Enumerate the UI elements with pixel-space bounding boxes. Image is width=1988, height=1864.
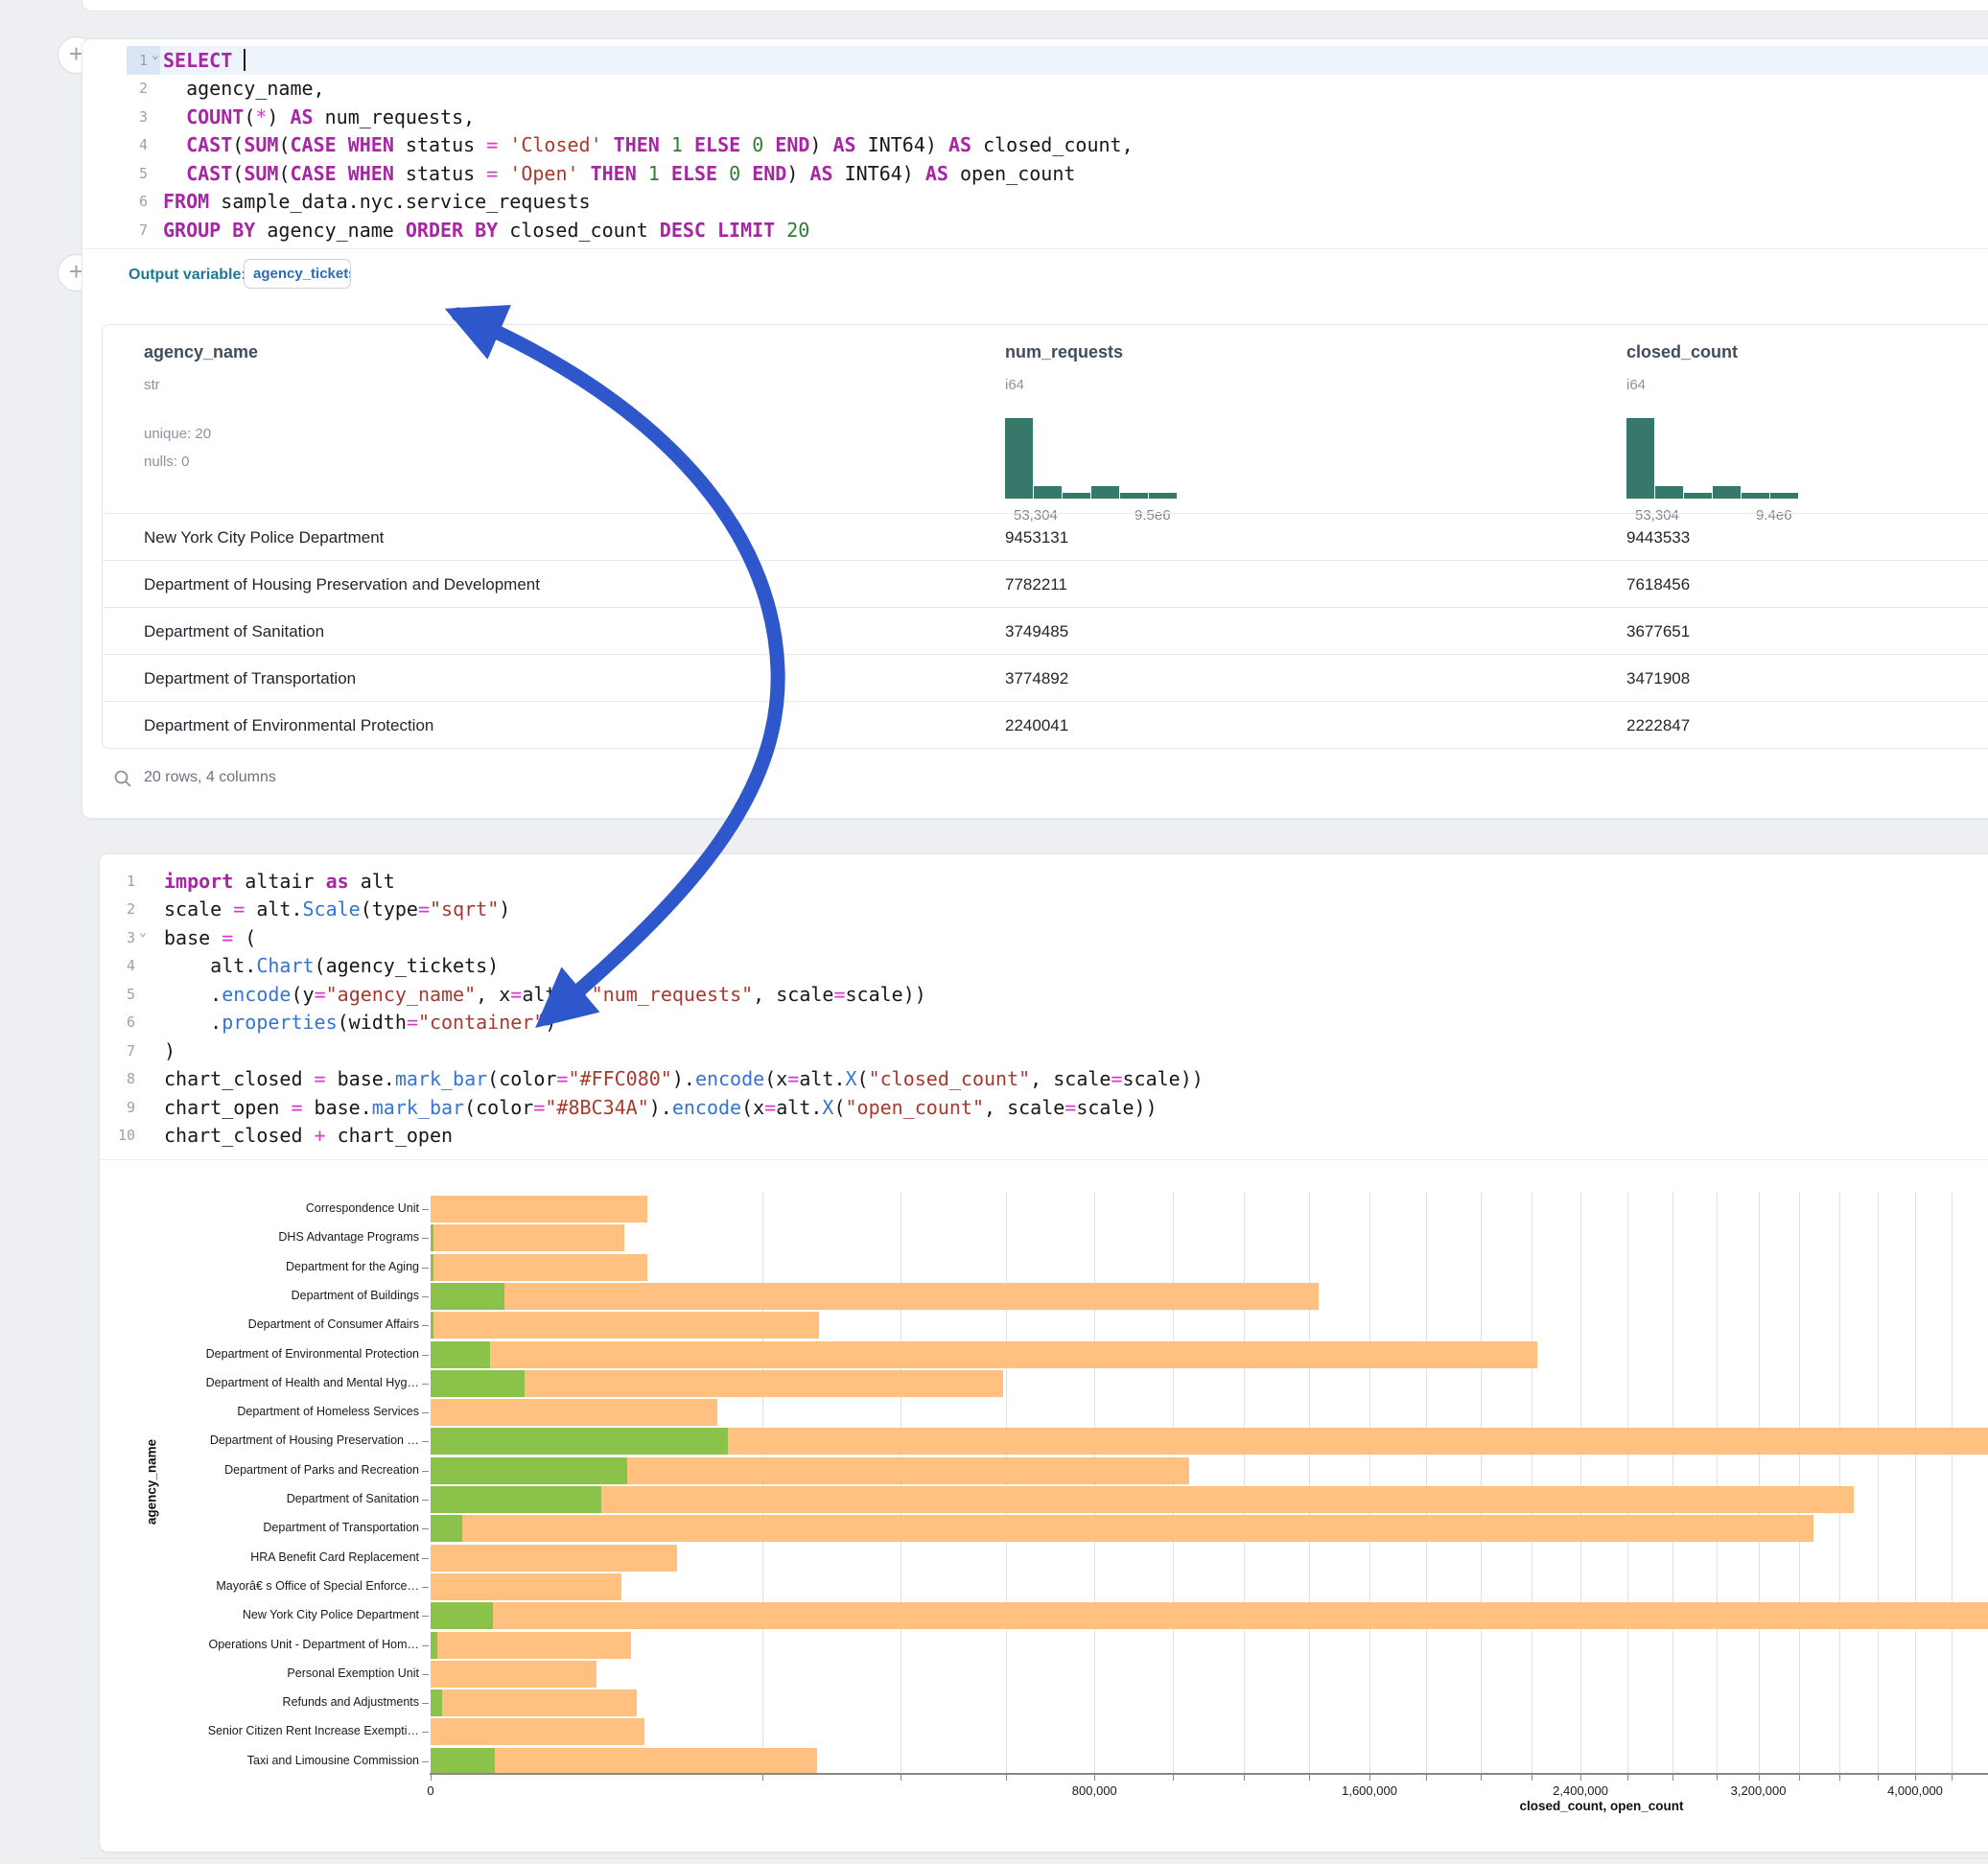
line-number: 8	[100, 1065, 135, 1094]
cell-num-requests: 3774892	[1005, 655, 1068, 702]
histogram-bar[interactable]	[1626, 418, 1654, 499]
code-line[interactable]: 2 agency_name,	[82, 75, 1988, 104]
code-line[interactable]: 1⌄SELECT	[82, 46, 1988, 75]
column-name[interactable]: num_requests	[1005, 342, 1123, 362]
output-variable-label: Output variable:	[129, 267, 246, 284]
histogram-bar[interactable]	[1655, 486, 1683, 499]
histogram-bar[interactable]	[1034, 486, 1062, 499]
code-line[interactable]: 5 .encode(y="agency_name", x=alt.X("num_…	[100, 980, 1988, 1009]
cell-divider	[100, 1159, 1988, 1160]
code-line[interactable]: 10chart_closed + chart_open	[100, 1122, 1988, 1151]
output-variable-pill[interactable]: agency_tickets	[244, 259, 351, 289]
code-line[interactable]: 9chart_open = base.mark_bar(color="#8BC3…	[100, 1093, 1988, 1122]
row-count-text: 20 rows, 4 columns	[144, 769, 276, 786]
cell-closed-count: 3471908	[1626, 655, 1690, 702]
previous-cell-edge	[82, 0, 1988, 12]
cell-agency-name: New York City Police Department	[144, 514, 384, 561]
histogram-bar[interactable]	[1713, 486, 1741, 499]
line-number: 6	[100, 1009, 135, 1037]
code-line[interactable]: 6 .properties(width="container")	[100, 1009, 1988, 1037]
code-line[interactable]: 2scale = alt.Scale(type="sqrt")	[100, 896, 1988, 924]
code-line[interactable]: 8chart_closed = base.mark_bar(color="#FF…	[100, 1065, 1988, 1094]
table-row[interactable]: Department of Housing Preservation and D…	[103, 560, 1988, 608]
line-number: 7	[100, 1037, 135, 1065]
output-variable-row: Output variable: agency_tickets	[82, 249, 1988, 307]
line-number: 4	[82, 131, 148, 160]
histogram-bar[interactable]	[1770, 493, 1798, 499]
cell-agency-name: Department of Environmental Protection	[144, 702, 433, 749]
code-line[interactable]: 7)	[100, 1037, 1988, 1065]
column-stats: unique: 20	[144, 426, 211, 442]
histogram-bar[interactable]	[1063, 493, 1090, 499]
line-number: 6	[82, 188, 148, 217]
line-number: 3	[82, 103, 148, 131]
sql-editor[interactable]: 1⌄SELECT 2 agency_name,3 COUNT(*) AS num…	[82, 46, 1988, 245]
cell-closed-count: 3677651	[1626, 608, 1690, 655]
code-line[interactable]: 1import altair as alt	[100, 867, 1988, 896]
histogram-bar[interactable]	[1149, 493, 1177, 499]
line-number: 5	[82, 159, 148, 188]
code-line[interactable]: 6FROM sample_data.nyc.service_requests	[82, 188, 1988, 217]
cell-closed-count: 2222847	[1626, 702, 1690, 749]
histogram-bar[interactable]	[1091, 486, 1119, 499]
cell-num-requests: 2240041	[1005, 702, 1068, 749]
search-icon[interactable]	[113, 769, 132, 788]
line-number: 5	[100, 980, 135, 1009]
table-row[interactable]: Department of Environmental Protection 22…	[103, 701, 1988, 749]
code-line[interactable]: 3⌄base = (	[100, 923, 1988, 952]
python-editor[interactable]: 1import altair as alt2scale = alt.Scale(…	[100, 867, 1988, 1150]
code-line[interactable]: 4 alt.Chart(agency_tickets)	[100, 952, 1988, 981]
table-header: agency_namestr unique: 20 nulls: 0 num_requ…	[103, 325, 1988, 513]
cell-num-requests: 3749485	[1005, 608, 1068, 655]
table-row[interactable]: Department of Transportation 3774892 34719…	[103, 654, 1988, 702]
notebook-page: + + 1⌄SELECT 2 agency_name,3 COUNT(*) AS…	[0, 0, 1988, 1864]
code-line[interactable]: 4 CAST(SUM(CASE WHEN status = 'Closed' T…	[82, 131, 1988, 160]
column-type: str	[144, 377, 160, 393]
code-line[interactable]: 7GROUP BY agency_name ORDER BY closed_co…	[82, 216, 1988, 245]
cell-agency-name: Department of Sanitation	[144, 608, 324, 655]
sql-cell: 1⌄SELECT 2 agency_name,3 COUNT(*) AS num…	[82, 38, 1988, 819]
python-cell: 1import altair as alt2scale = alt.Scale(…	[99, 853, 1988, 1852]
cell-closed-count: 9443533	[1626, 514, 1690, 561]
column-stats: nulls: 0	[144, 454, 190, 470]
histogram-bar[interactable]	[1684, 493, 1712, 499]
line-number: 10	[100, 1122, 135, 1151]
line-number: 3	[100, 923, 135, 952]
line-number: 1	[82, 46, 148, 75]
table-row[interactable]: Department of Sanitation 3749485 3677651	[103, 607, 1988, 655]
code-line[interactable]: 5 CAST(SUM(CASE WHEN status = 'Open' THE…	[82, 159, 1988, 188]
fold-chevron-icon[interactable]: ⌄	[139, 925, 147, 940]
table-body: New York City Police Department 9453131 94…	[103, 513, 1988, 748]
cell-agency-name: Department of Transportation	[144, 655, 356, 702]
text-caret	[244, 49, 246, 71]
line-number: 7	[82, 216, 148, 245]
column-type: i64	[1005, 377, 1024, 393]
fold-chevron-icon[interactable]: ⌄	[152, 48, 159, 62]
line-number: 1	[100, 867, 135, 896]
next-cell-edge	[82, 1858, 1988, 1864]
column-type: i64	[1626, 377, 1646, 393]
line-number: 9	[100, 1093, 135, 1122]
code-line[interactable]: 3 COUNT(*) AS num_requests,	[82, 103, 1988, 131]
result-table: agency_namestr unique: 20 nulls: 0 num_requ…	[102, 324, 1988, 749]
cell-num-requests: 7782211	[1005, 561, 1067, 608]
column-name[interactable]: closed_count	[1626, 342, 1738, 362]
histogram-bar[interactable]	[1120, 493, 1148, 499]
cell-agency-name: Department of Housing Preservation and D…	[144, 561, 540, 608]
line-number: 2	[82, 75, 148, 104]
line-number: 2	[100, 896, 135, 924]
cell-num-requests: 9453131	[1005, 514, 1068, 561]
histogram-bar[interactable]	[1005, 418, 1033, 499]
cell-closed-count: 7618456	[1626, 561, 1690, 608]
table-row[interactable]: New York City Police Department 9453131 94…	[103, 513, 1988, 561]
histogram-bar[interactable]	[1742, 493, 1769, 499]
column-name[interactable]: agency_name	[144, 342, 258, 362]
line-number: 4	[100, 952, 135, 981]
